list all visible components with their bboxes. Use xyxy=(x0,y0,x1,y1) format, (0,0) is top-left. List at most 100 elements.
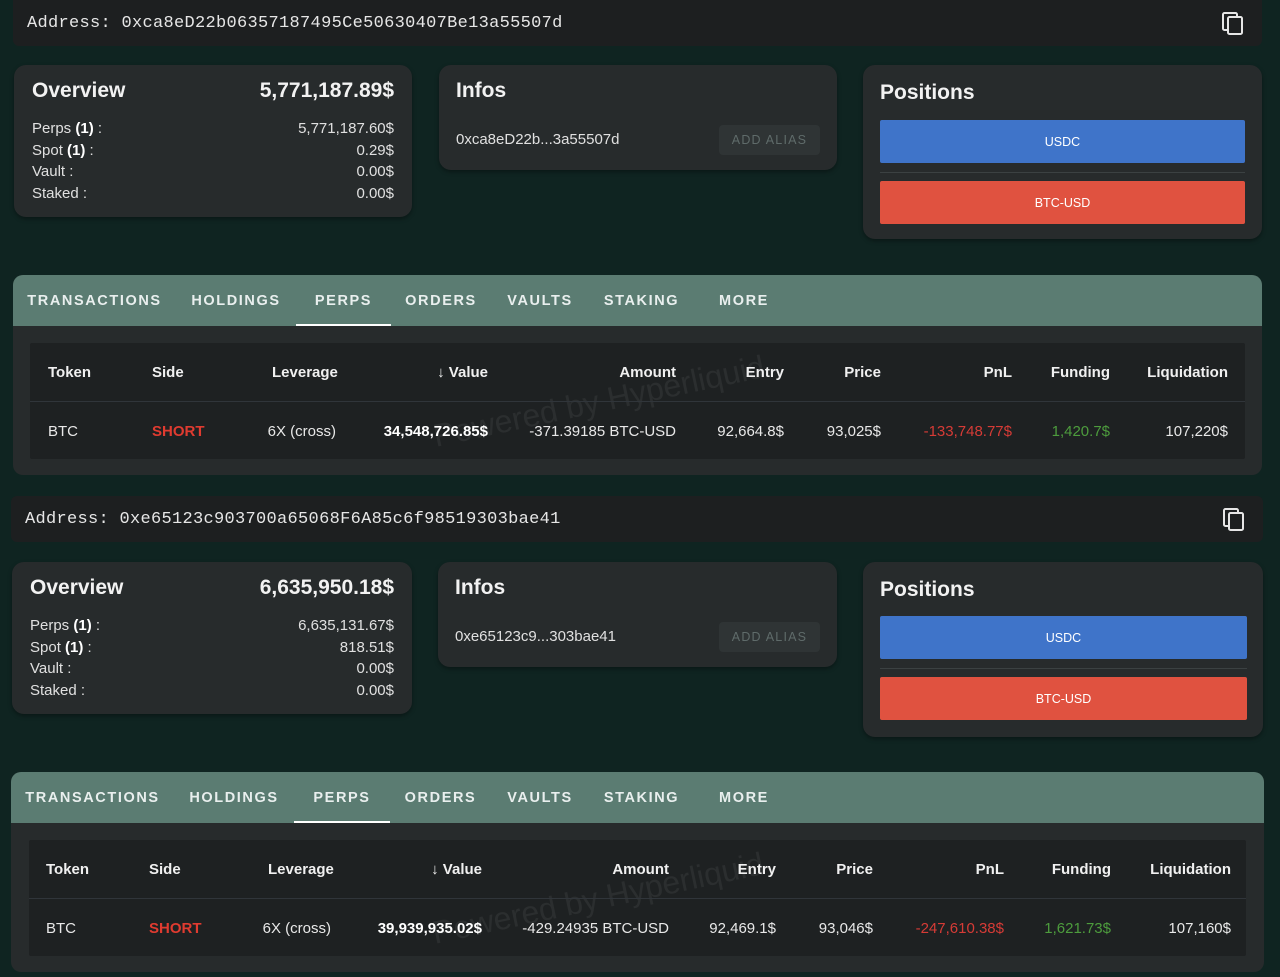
tab-holdings[interactable]: HOLDINGS xyxy=(176,275,296,326)
row-funding: 1,420.7$ xyxy=(1051,423,1110,440)
header-funding: Funding xyxy=(1050,364,1110,381)
tab-staking[interactable]: STAKING xyxy=(589,275,694,326)
account-block: Address: 0xca8eD22b06357187495Ce50630407… xyxy=(0,0,1280,480)
header-price: Price xyxy=(836,861,873,878)
row-amount: -429.24935 BTC-USD xyxy=(522,920,669,937)
overview-total: 6,635,950.18$ xyxy=(259,576,394,599)
overview-total: 5,771,187.89$ xyxy=(259,79,394,102)
row-amount: -371.39185 BTC-USD xyxy=(529,423,676,440)
row-side: SHORT xyxy=(152,423,205,440)
vault-value: 0.00$ xyxy=(356,163,394,180)
account-block: Address: 0xe65123c903700a65068F6A85c6f98… xyxy=(0,496,1280,977)
header-amount: Amount xyxy=(612,861,669,878)
perps-label: Perps xyxy=(30,617,70,634)
overview-title: Overview xyxy=(32,79,126,102)
perps-count: (1) xyxy=(73,617,92,634)
positions-table: Powered by Hyperliquid Token Side Levera… xyxy=(29,840,1246,956)
tab-perps[interactable]: PERPS xyxy=(294,772,390,823)
row-side: SHORT xyxy=(149,920,202,937)
tab-orders[interactable]: ORDERS xyxy=(391,275,491,326)
header-liquidation: Liquidation xyxy=(1150,861,1231,878)
tab-bar: TRANSACTIONS HOLDINGS PERPS ORDERS VAULT… xyxy=(13,275,1262,326)
row-value: 34,548,726.85$ xyxy=(383,423,488,440)
header-entry: Entry xyxy=(745,364,784,381)
header-entry: Entry xyxy=(737,861,776,878)
positions-card: Positions USDC BTC-USD xyxy=(863,65,1262,239)
perps-panel: TRANSACTIONS HOLDINGS PERPS ORDERS VAULT… xyxy=(13,275,1262,475)
arrow-down-icon: ↓ xyxy=(431,861,439,878)
tab-transactions[interactable]: TRANSACTIONS xyxy=(13,275,176,326)
spot-count: (1) xyxy=(67,141,86,159)
copy-icon[interactable] xyxy=(1223,508,1245,532)
positions-table: Powered by Hyperliquid Token Side Levera… xyxy=(30,343,1245,459)
row-liquidation: 107,220$ xyxy=(1165,423,1228,440)
position-btc-usd-button[interactable]: BTC-USD xyxy=(880,677,1247,720)
header-pnl: PnL xyxy=(975,861,1004,878)
copy-icon[interactable] xyxy=(1222,12,1244,36)
row-entry: 92,469.1$ xyxy=(709,920,776,937)
staked-value: 0.00$ xyxy=(356,681,394,699)
spot-label: Spot xyxy=(32,141,63,159)
positions-title: Positions xyxy=(880,578,975,601)
position-btc-usd-button[interactable]: BTC-USD xyxy=(880,181,1245,224)
staked-value: 0.00$ xyxy=(356,184,394,202)
header-price: Price xyxy=(844,364,881,381)
row-price: 93,025$ xyxy=(826,423,881,440)
address-value: 0xca8eD22b06357187495Ce50630407Be13a5550… xyxy=(121,13,563,33)
tab-vaults[interactable]: VAULTS xyxy=(491,275,589,326)
row-pnl: -247,610.38$ xyxy=(915,920,1004,937)
row-token: BTC xyxy=(46,920,76,937)
add-alias-button[interactable]: ADD ALIAS xyxy=(719,622,820,652)
overview-perps-row: Perps (1) : 5,771,187.60$ xyxy=(32,118,394,140)
row-leverage: 6X (cross) xyxy=(267,423,336,440)
tab-more[interactable]: MORE xyxy=(694,772,794,823)
position-usdc-button[interactable]: USDC xyxy=(880,120,1245,163)
add-alias-button[interactable]: ADD ALIAS xyxy=(719,125,820,155)
header-token: Token xyxy=(48,364,92,381)
arrow-down-icon: ↓ xyxy=(437,364,445,381)
tab-perps[interactable]: PERPS xyxy=(296,275,391,326)
header-liquidation: Liquidation xyxy=(1147,364,1228,381)
overview-card: Overview 5,771,187.89$ Perps (1) : 5,771… xyxy=(14,65,412,217)
tab-vaults[interactable]: VAULTS xyxy=(491,772,589,823)
vault-value: 0.00$ xyxy=(356,660,394,677)
overview-spot-row: Spot (1) : 0.29$ xyxy=(32,140,394,162)
header-side: Side xyxy=(149,861,181,878)
spot-value: 818.51$ xyxy=(339,638,394,656)
overview-staked-row: Staked : 0.00$ xyxy=(32,183,394,205)
perps-panel: TRANSACTIONS HOLDINGS PERPS ORDERS VAULT… xyxy=(11,772,1264,972)
tab-orders[interactable]: ORDERS xyxy=(390,772,491,823)
tab-holdings[interactable]: HOLDINGS xyxy=(174,772,294,823)
tab-transactions[interactable]: TRANSACTIONS xyxy=(11,772,174,823)
staked-label: Staked : xyxy=(32,184,88,202)
positions-title: Positions xyxy=(880,81,975,104)
vault-label: Vault : xyxy=(32,163,74,180)
address-bar: Address: 0xca8eD22b06357187495Ce50630407… xyxy=(13,0,1262,46)
row-entry: 92,664.8$ xyxy=(717,423,784,440)
tab-more[interactable]: MORE xyxy=(694,275,794,326)
header-value[interactable]: ↓ Value xyxy=(437,364,488,381)
positions-divider xyxy=(880,172,1245,173)
row-price: 93,046$ xyxy=(818,920,873,937)
header-value-label: Value xyxy=(442,861,482,878)
position-usdc-button[interactable]: USDC xyxy=(880,616,1247,659)
overview-vault-row: Vault : 0.00$ xyxy=(32,161,394,183)
header-funding: Funding xyxy=(1051,861,1111,878)
tab-staking[interactable]: STAKING xyxy=(589,772,694,823)
header-side: Side xyxy=(152,364,184,381)
header-value[interactable]: ↓ Value xyxy=(431,861,482,878)
positions-divider xyxy=(880,668,1247,669)
staked-label: Staked : xyxy=(30,681,86,699)
spot-count: (1) xyxy=(65,638,84,656)
perps-value: 6,635,131.67$ xyxy=(298,617,394,634)
header-value-label: Value xyxy=(448,364,488,381)
overview-card: Overview 6,635,950.18$ Perps (1) : 6,635… xyxy=(12,562,412,714)
overview-perps-row: Perps (1) : 6,635,131.67$ xyxy=(30,615,394,637)
header-pnl: PnL xyxy=(983,364,1012,381)
perps-value: 5,771,187.60$ xyxy=(298,120,394,137)
row-funding: 1,621.73$ xyxy=(1044,920,1111,937)
tab-bar: TRANSACTIONS HOLDINGS PERPS ORDERS VAULT… xyxy=(11,772,1264,823)
address-bar: Address: 0xe65123c903700a65068F6A85c6f98… xyxy=(11,496,1263,542)
infos-card: Infos 0xe65123c9...303bae41 ADD ALIAS xyxy=(438,562,837,667)
overview-spot-row: Spot (1) : 818.51$ xyxy=(30,637,394,659)
